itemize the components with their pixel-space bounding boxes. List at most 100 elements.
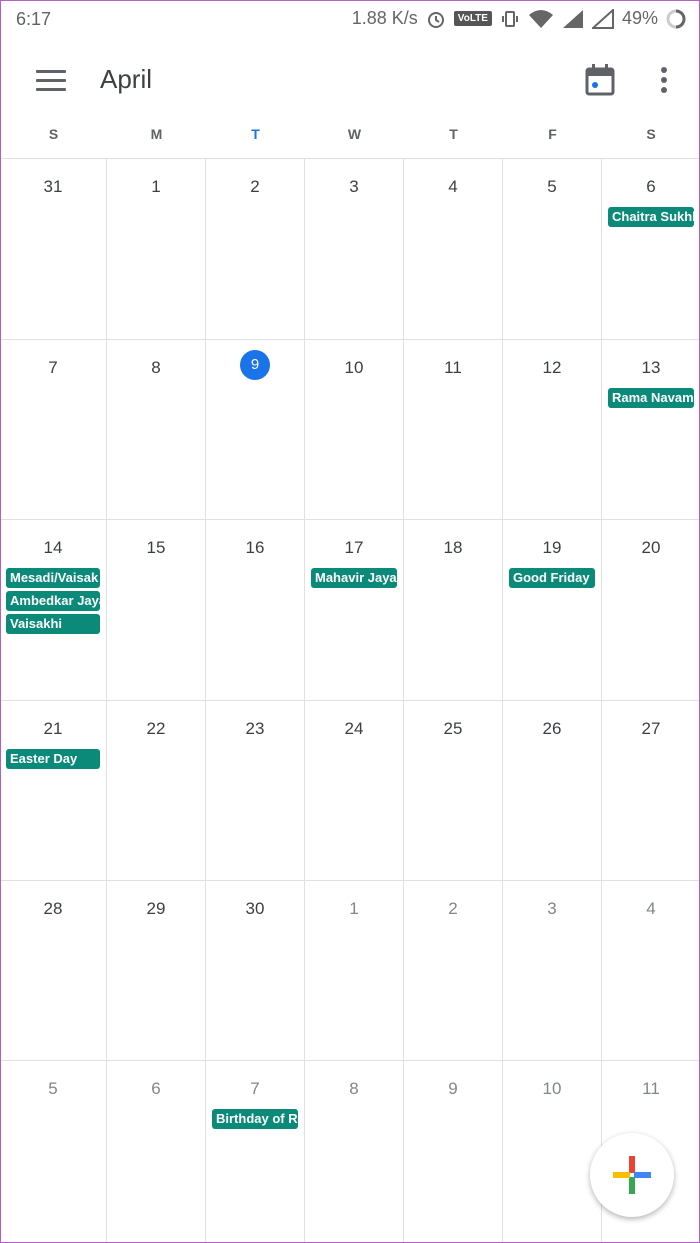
weekday-header: SMTWTFS	[0, 120, 700, 160]
day-cell[interactable]: 1	[305, 880, 404, 1060]
event-list: Rama Navami	[602, 388, 700, 408]
date-number: 8	[151, 358, 161, 377]
date-number: 23	[245, 719, 265, 738]
date-number: 7	[250, 1079, 260, 1098]
day-cell[interactable]: 26	[503, 700, 602, 880]
day-cell[interactable]: 27	[602, 700, 700, 880]
weekday-label: S	[48, 126, 59, 142]
date-number: 14	[43, 538, 63, 557]
date-number: 6	[151, 1079, 161, 1098]
date-number: 19	[542, 538, 562, 557]
day-cell[interactable]: 21 Easter Day	[0, 700, 107, 880]
day-cell[interactable]: 19 Good Friday	[503, 519, 602, 700]
day-cell[interactable]: 8	[305, 1060, 404, 1243]
day-cell[interactable]: 6	[107, 1060, 206, 1243]
date-number: 4	[448, 177, 458, 196]
day-cell[interactable]: 22	[107, 700, 206, 880]
weekday-label: M	[150, 126, 163, 142]
day-cell[interactable]: 2	[404, 880, 503, 1060]
calendar-today-icon[interactable]	[585, 64, 615, 96]
event-chip[interactable]: Birthday of Rav	[212, 1109, 298, 1129]
event-chip[interactable]: Vaisakhi	[6, 614, 100, 634]
date-number: 12	[542, 358, 562, 377]
wifi-icon	[528, 9, 553, 28]
day-cell[interactable]: 13 Rama Navami	[602, 339, 700, 519]
weekday-label: W	[347, 126, 362, 142]
day-cell[interactable]: 31	[0, 158, 107, 339]
date-number: 20	[641, 538, 661, 557]
day-cell[interactable]: 10	[305, 339, 404, 519]
weekday-label: T	[251, 126, 260, 142]
date-number: 10	[542, 1079, 562, 1098]
day-cell[interactable]: 7 Birthday of Rav	[206, 1060, 305, 1243]
day-cell[interactable]: 15	[107, 519, 206, 700]
event-chip[interactable]: Ambedkar Jaya	[6, 591, 100, 611]
day-cell[interactable]: 5	[503, 158, 602, 339]
day-cell[interactable]: 7	[0, 339, 107, 519]
day-cell[interactable]: 30	[206, 880, 305, 1060]
day-cell[interactable]: 25	[404, 700, 503, 880]
date-number: 13	[641, 358, 661, 377]
event-chip[interactable]: Good Friday	[509, 568, 595, 588]
vibrate-icon	[501, 10, 518, 27]
day-cell[interactable]: 23	[206, 700, 305, 880]
day-cell[interactable]: 8	[107, 339, 206, 519]
alarm-icon	[427, 11, 444, 28]
create-event-button[interactable]	[590, 1133, 674, 1217]
weekday-label: S	[646, 126, 656, 142]
day-cell[interactable]: 20	[602, 519, 700, 700]
day-cell[interactable]: 28	[0, 880, 107, 1060]
day-cell[interactable]: 4	[602, 880, 700, 1060]
event-chip[interactable]: Mahavir Jayant	[311, 568, 397, 588]
event-chip[interactable]: Rama Navami	[608, 388, 694, 408]
date-number: 11	[444, 358, 462, 377]
signal-empty-icon	[591, 8, 614, 29]
day-cell[interactable]: 10	[503, 1060, 602, 1243]
event-list: Easter Day	[0, 749, 106, 769]
date-number: 28	[43, 899, 63, 918]
date-number: 26	[542, 719, 562, 738]
day-cell[interactable]: 6 Chaitra Sukhlad	[602, 158, 700, 339]
status-time: 6:17	[16, 9, 52, 29]
date-number: 5	[547, 177, 557, 196]
day-cell[interactable]: 12	[503, 339, 602, 519]
day-cell[interactable]: 3	[305, 158, 404, 339]
day-cell[interactable]: 11	[404, 339, 503, 519]
date-number: 31	[43, 177, 63, 196]
day-cell[interactable]: 9	[404, 1060, 503, 1243]
day-cell[interactable]: 2	[206, 158, 305, 339]
date-number: 3	[547, 899, 557, 918]
day-cell[interactable]: 16	[206, 519, 305, 700]
date-number: 29	[146, 899, 166, 918]
day-cell[interactable]: 17 Mahavir Jayant	[305, 519, 404, 700]
day-cell[interactable]: 29	[107, 880, 206, 1060]
day-cell[interactable]: 5	[0, 1060, 107, 1243]
day-cell[interactable]: 1	[107, 158, 206, 339]
battery-percent: 49%	[621, 8, 658, 28]
date-number: 22	[146, 719, 166, 738]
event-chip[interactable]: Mesadi/Vaisak	[6, 568, 100, 588]
status-icons: 1.88 K/s VoLTE 49%	[352, 8, 686, 29]
more-vert-icon[interactable]	[656, 66, 672, 96]
day-cell[interactable]: 9	[206, 339, 305, 519]
day-cell[interactable]: 24	[305, 700, 404, 880]
battery-ring-icon	[666, 9, 686, 28]
date-number: 25	[443, 719, 463, 738]
month-title[interactable]: April	[100, 64, 152, 95]
month-grid: 31123456Chaitra Sukhlad78910111213Rama N…	[0, 158, 700, 1243]
volte-badge: VoLTE	[453, 11, 492, 26]
day-cell[interactable]: 14 Mesadi/Vaisak Ambedkar Jaya Vaisakhi	[0, 519, 107, 700]
day-cell[interactable]: 18	[404, 519, 503, 700]
date-number: 1	[349, 899, 359, 918]
event-list: Mahavir Jayant	[305, 568, 403, 588]
date-number: 17	[344, 538, 364, 557]
day-cell[interactable]: 4	[404, 158, 503, 339]
date-number: 11	[642, 1079, 660, 1098]
event-chip[interactable]: Easter Day	[6, 749, 100, 769]
weekday-label: F	[548, 126, 557, 142]
hamburger-menu-icon[interactable]	[36, 70, 66, 92]
date-number: 9	[448, 1079, 458, 1098]
event-chip[interactable]: Chaitra Sukhlad	[608, 207, 694, 227]
event-list: Good Friday	[503, 568, 601, 588]
day-cell[interactable]: 3	[503, 880, 602, 1060]
